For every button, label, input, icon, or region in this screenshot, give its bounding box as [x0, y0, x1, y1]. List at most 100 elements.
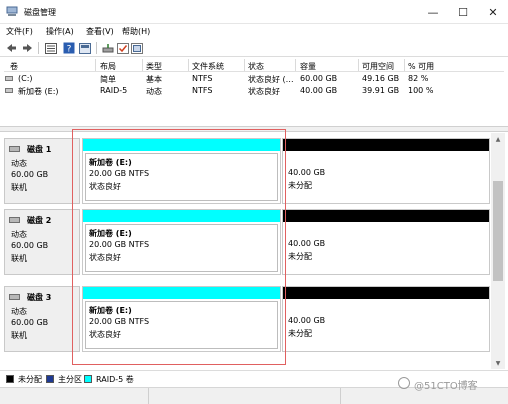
strip-divider [340, 388, 341, 404]
connect-icon[interactable] [101, 41, 115, 55]
disk-icon [9, 294, 20, 300]
check-icon[interactable] [116, 41, 130, 55]
disk-icon [9, 146, 20, 152]
unallocated-partition[interactable]: 40.00 GB 未分配 [282, 138, 490, 204]
disk-name: 磁盘 2 [27, 216, 52, 225]
strip-divider [148, 388, 149, 404]
maximize-button[interactable]: ☐ [448, 0, 478, 24]
partition-body: 40.00 GB 未分配 [285, 153, 487, 201]
volume-icon [5, 88, 13, 93]
disk-type: 动态 [11, 230, 27, 239]
disk-name: 磁盘 1 [27, 145, 52, 154]
minimize-button[interactable]: — [418, 0, 448, 24]
volume-row[interactable]: (C:) 简单 基本 NTFS 状态良好 (… 60.00 GB 49.16 G… [4, 73, 504, 85]
partition-size: 20.00 GB NTFS [89, 240, 150, 249]
partition-body: 新加卷 (E:) 20.00 GB NTFS 状态良好 [85, 301, 278, 349]
col-header-layout[interactable]: 布局 [100, 61, 116, 72]
unallocated-partition[interactable]: 40.00 GB 未分配 [282, 286, 490, 352]
unallocated-color-bar [283, 287, 489, 299]
column-divider [295, 59, 296, 71]
partition-size: 40.00 GB [288, 239, 326, 248]
pane-splitter[interactable] [0, 126, 508, 132]
cell-free-space: 39.91 GB [362, 86, 400, 95]
col-header-status[interactable]: 状态 [248, 61, 264, 72]
disk-size: 60.00 GB [11, 318, 49, 327]
watermark-text: @51CTO博客 [414, 381, 478, 392]
cell-volume: (C:) [18, 74, 33, 83]
forward-arrow-icon[interactable] [20, 41, 34, 55]
disk-info[interactable]: 磁盘 2 动态 60.00 GB 联机 [4, 209, 80, 275]
settings-icon[interactable] [130, 41, 144, 55]
legend-raid5-swatch [84, 375, 92, 383]
raid5-partition[interactable]: 新加卷 (E:) 20.00 GB NTFS 状态良好 [82, 138, 281, 204]
disk-row: 磁盘 3 动态 60.00 GB 联机 新加卷 (E:) 20.00 GB NT… [4, 286, 490, 352]
cell-capacity: 40.00 GB [300, 86, 338, 95]
menu-file[interactable]: 文件(F) [6, 26, 33, 37]
col-header-capacity[interactable]: 容量 [300, 61, 316, 72]
col-header-pct-free[interactable]: % 可用 [408, 61, 434, 72]
unallocated-color-bar [283, 210, 489, 222]
svg-text:?: ? [67, 45, 72, 55]
disk-management-icon [6, 6, 18, 16]
col-header-free[interactable]: 可用空间 [362, 61, 394, 72]
watermark-icon [398, 377, 410, 389]
partition-body: 40.00 GB 未分配 [285, 224, 487, 272]
legend-unallocated-swatch [6, 375, 14, 383]
disk-type: 动态 [11, 159, 27, 168]
cell-filesystem: NTFS [192, 74, 213, 83]
vertical-scrollbar[interactable]: ▲ ▼ [491, 133, 505, 369]
scroll-thumb[interactable] [493, 181, 503, 281]
menu-help[interactable]: 帮助(H) [122, 26, 150, 37]
partition-status: 未分配 [288, 181, 312, 190]
unallocated-partition[interactable]: 40.00 GB 未分配 [282, 209, 490, 275]
menu-bar: 文件(F) 操作(A) 查看(V) 帮助(H) [0, 24, 508, 39]
column-divider [142, 59, 143, 71]
volume-props-icon[interactable] [78, 41, 92, 55]
disk-type: 动态 [11, 307, 27, 316]
raid5-partition[interactable]: 新加卷 (E:) 20.00 GB NTFS 状态良好 [82, 209, 281, 275]
disk-info[interactable]: 磁盘 1 动态 60.00 GB 联机 [4, 138, 80, 204]
menu-action[interactable]: 操作(A) [46, 26, 74, 37]
help-icon[interactable]: ? [62, 41, 76, 55]
partition-body: 新加卷 (E:) 20.00 GB NTFS 状态良好 [85, 153, 278, 201]
column-divider [358, 59, 359, 71]
menu-view[interactable]: 查看(V) [86, 26, 114, 37]
partition-size: 40.00 GB [288, 168, 326, 177]
scroll-up-icon[interactable]: ▲ [491, 133, 505, 145]
back-arrow-icon[interactable] [4, 41, 18, 55]
partition-status: 状态良好 [89, 253, 121, 262]
column-divider [188, 59, 189, 71]
disk-name: 磁盘 3 [27, 293, 52, 302]
cell-status: 状态良好 (… [248, 75, 294, 84]
col-header-type[interactable]: 类型 [146, 61, 162, 72]
column-divider [244, 59, 245, 71]
cell-pct-free: 82 % [408, 74, 429, 83]
toolbar-separator [38, 42, 39, 54]
volume-icon [5, 76, 13, 81]
partition-body: 新加卷 (E:) 20.00 GB NTFS 状态良好 [85, 224, 278, 272]
col-header-volume[interactable]: 卷 [10, 61, 18, 72]
legend-primary-swatch [46, 375, 54, 383]
partition-status: 未分配 [288, 252, 312, 261]
cell-type: 基本 [146, 75, 162, 84]
cell-status: 状态良好 [248, 87, 280, 96]
scroll-down-icon[interactable]: ▼ [491, 357, 505, 369]
disk-info[interactable]: 磁盘 3 动态 60.00 GB 联机 [4, 286, 80, 352]
unallocated-color-bar [283, 139, 489, 151]
cell-capacity: 60.00 GB [300, 74, 338, 83]
partition-name: 新加卷 (E:) [89, 229, 132, 238]
raid5-color-bar [83, 210, 280, 222]
raid5-color-bar [83, 287, 280, 299]
legend-unallocated-label: 未分配 [18, 375, 42, 384]
toolbar-separator [96, 42, 97, 54]
close-button[interactable]: ✕ [478, 0, 508, 24]
disk-pane: 磁盘 1 动态 60.00 GB 联机 新加卷 (E:) 20.00 GB NT… [0, 133, 508, 369]
volume-list-icon[interactable] [44, 41, 58, 55]
col-header-filesystem[interactable]: 文件系统 [192, 61, 224, 72]
legend-raid5-label: RAID-5 卷 [96, 375, 134, 384]
volume-row[interactable]: 新加卷 (E:) RAID-5 动态 NTFS 状态良好 40.00 GB 39… [4, 85, 504, 97]
raid5-partition[interactable]: 新加卷 (E:) 20.00 GB NTFS 状态良好 [82, 286, 281, 352]
disk-size: 60.00 GB [11, 241, 49, 250]
disk-size: 60.00 GB [11, 170, 49, 179]
disk-icon [9, 217, 20, 223]
